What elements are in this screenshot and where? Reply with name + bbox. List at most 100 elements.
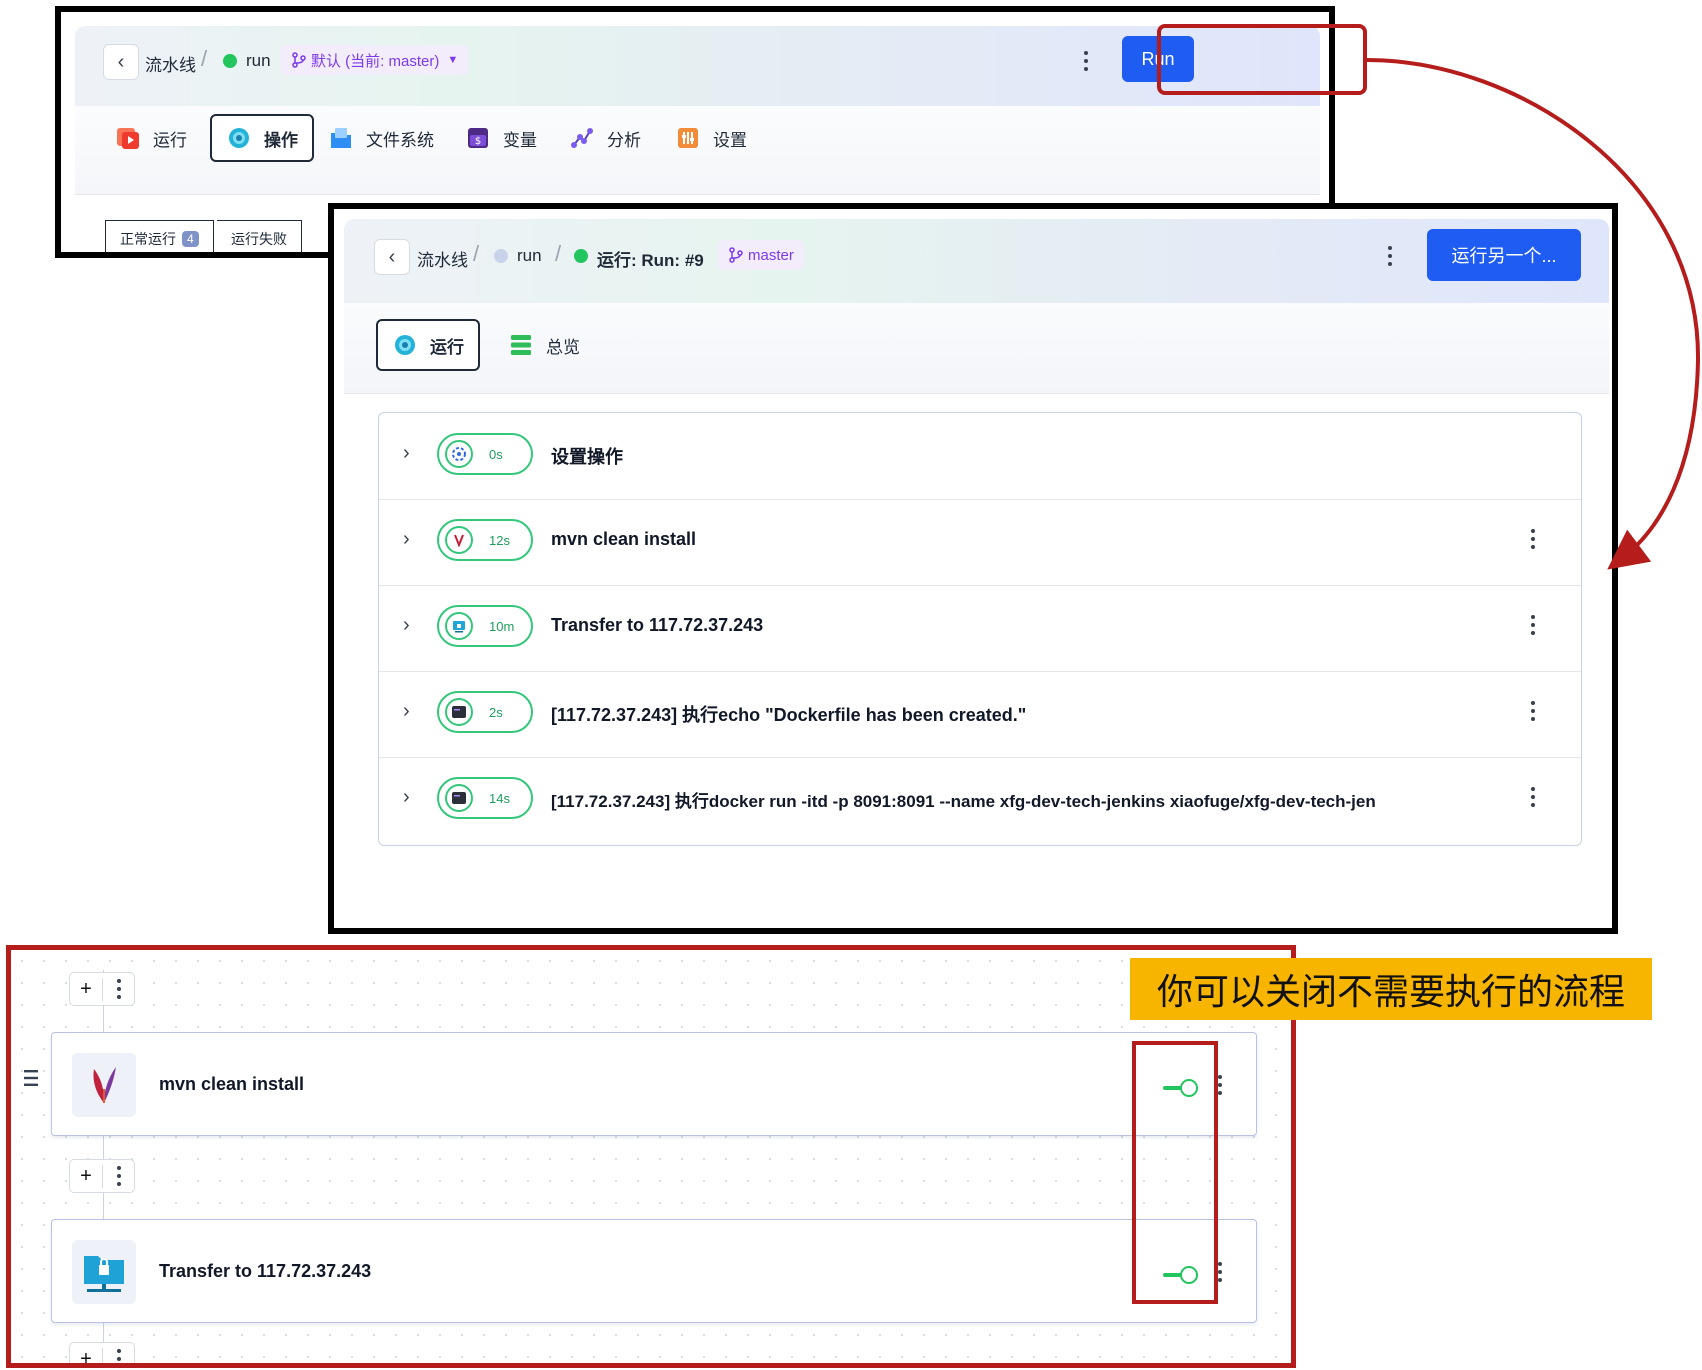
chevron-right-icon[interactable]: › xyxy=(403,700,410,723)
add-step-toolbar: + xyxy=(69,972,135,1006)
terminal-icon xyxy=(445,698,473,726)
step-row[interactable]: › 0s 设置操作 xyxy=(379,413,1581,500)
add-step-button[interactable]: + xyxy=(70,1164,103,1188)
tab-label: 运行 xyxy=(430,337,464,357)
duration-pill: 10m xyxy=(437,605,533,647)
branch-chip[interactable]: master xyxy=(718,240,804,270)
setup-icon xyxy=(445,440,473,468)
filesystem-icon xyxy=(328,125,354,151)
tab-label: 分析 xyxy=(607,130,641,150)
breadcrumb-separator: / xyxy=(555,241,562,266)
more-options-icon[interactable] xyxy=(1082,51,1090,71)
tab-filesystem[interactable]: 文件系统 xyxy=(314,114,448,162)
pipeline-node[interactable]: mvn clean install xyxy=(51,1032,1257,1136)
sftp-icon xyxy=(445,612,473,640)
tab-operations[interactable]: 操作 xyxy=(210,114,314,162)
step-menu-icon[interactable] xyxy=(1529,529,1537,549)
add-step-button[interactable]: + xyxy=(70,1347,103,1363)
add-step-toolbar: + xyxy=(69,1159,135,1193)
step-list: › 0s 设置操作 › 12s mvn clean install › 10m … xyxy=(378,412,1582,846)
caret-down-icon: ▼ xyxy=(447,54,459,66)
run-icon xyxy=(392,332,418,358)
duration-text: 12s xyxy=(489,532,510,548)
breadcrumb-pipeline[interactable]: 流水线 xyxy=(145,51,196,76)
run-another-button[interactable]: 运行另一个... xyxy=(1427,229,1581,281)
tab-variables[interactable]: $ 变量 xyxy=(451,114,551,162)
chevron-right-icon[interactable]: › xyxy=(403,614,410,637)
chevron-left-icon: ‹ xyxy=(117,50,125,73)
git-branch-icon xyxy=(729,247,743,263)
tab-analytics[interactable]: 分析 xyxy=(555,114,655,162)
step-menu-icon[interactable] xyxy=(1529,615,1537,635)
tab-label: 设置 xyxy=(713,130,747,150)
highlight-toggles xyxy=(1132,1041,1218,1304)
chevron-right-icon[interactable]: › xyxy=(403,528,410,551)
step-row[interactable]: › 2s [117.72.37.243] 执行echo "Dockerfile … xyxy=(379,671,1581,758)
toolbar-menu-icon[interactable] xyxy=(115,1349,123,1363)
step-row[interactable]: › 14s [117.72.37.243] 执行docker run -itd … xyxy=(379,757,1581,843)
pipeline-node[interactable]: Transfer to 117.72.37.243 xyxy=(51,1219,1257,1323)
chevron-left-icon: ‹ xyxy=(388,245,396,268)
toolbar-menu-icon[interactable] xyxy=(115,1166,123,1186)
status-dot-icon xyxy=(574,249,588,263)
duration-pill: 12s xyxy=(437,519,533,561)
run-detail-panel: ‹ 流水线 / run / 运行: Run: #9 master 运行另一个..… xyxy=(328,203,1618,934)
toolbar-menu-icon[interactable] xyxy=(115,979,123,999)
breadcrumb-current[interactable]: run xyxy=(246,51,271,71)
step-title: Transfer to 117.72.37.243 xyxy=(551,615,764,635)
step-menu-icon[interactable] xyxy=(1529,701,1537,721)
chevron-right-icon[interactable]: › xyxy=(403,442,410,465)
tab-label: 运行 xyxy=(153,130,187,150)
count-badge: 4 xyxy=(182,231,199,247)
breadcrumb-separator: / xyxy=(473,241,480,266)
sftp-folder-icon xyxy=(72,1240,136,1304)
back-button[interactable]: ‹ xyxy=(103,44,139,80)
duration-pill: 14s xyxy=(437,777,533,819)
tab-label: 操作 xyxy=(264,130,298,150)
branch-label: 默认 (当前: master) xyxy=(311,52,440,70)
step-title: [117.72.37.243] 执行docker run -itd -p 809… xyxy=(551,792,1376,811)
node-title: mvn clean install xyxy=(159,1074,305,1094)
branch-selector[interactable]: 默认 (当前: master) ▼ xyxy=(281,45,469,75)
node-title: Transfer to 117.72.37.243 xyxy=(159,1261,372,1281)
highlight-run-button xyxy=(1157,24,1367,95)
breadcrumb-current: 运行: Run: #9 xyxy=(597,251,704,270)
terminal-icon xyxy=(445,784,473,812)
tab-settings[interactable]: 设置 xyxy=(661,114,761,162)
subtab-normal-runs[interactable]: 正常运行 4 xyxy=(105,220,214,252)
branch-label: master xyxy=(748,246,794,264)
run-icon xyxy=(115,125,141,151)
back-button[interactable]: ‹ xyxy=(374,239,410,275)
status-dot-icon xyxy=(494,249,508,263)
chevron-right-icon[interactable]: › xyxy=(403,786,410,809)
add-step-button[interactable]: + xyxy=(70,977,103,1001)
step-title: [117.72.37.243] 执行echo "Dockerfile has b… xyxy=(551,705,1027,725)
step-row[interactable]: › 12s mvn clean install xyxy=(379,499,1581,586)
settings-icon xyxy=(675,125,701,151)
breadcrumb-separator: / xyxy=(201,46,208,71)
more-options-icon[interactable] xyxy=(1386,246,1394,266)
drag-handle-icon[interactable] xyxy=(24,1069,38,1092)
variables-icon: $ xyxy=(465,125,491,151)
step-row[interactable]: › 10m Transfer to 117.72.37.243 xyxy=(379,585,1581,672)
subtab-label: 运行失败 xyxy=(231,231,287,247)
breadcrumb-pipeline[interactable]: 流水线 xyxy=(417,246,468,271)
pipeline-editor-panel: + mvn clean install + Transfer to 117.72… xyxy=(6,945,1296,1368)
duration-text: 0s xyxy=(489,446,503,462)
analytics-icon xyxy=(569,125,595,151)
git-branch-icon xyxy=(292,52,306,68)
subtab-failed-runs[interactable]: 运行失败 xyxy=(217,220,302,252)
duration-text: 14s xyxy=(489,790,510,806)
operations-icon xyxy=(226,125,252,151)
add-step-toolbar: + xyxy=(69,1342,135,1363)
step-title: 设置操作 xyxy=(551,447,623,467)
breadcrumb-run[interactable]: run xyxy=(517,246,542,266)
tab-overview[interactable]: 总览 xyxy=(494,321,594,369)
maven-feather-icon xyxy=(72,1053,136,1117)
step-menu-icon[interactable] xyxy=(1529,787,1537,807)
duration-text: 10m xyxy=(489,618,515,634)
tab-run[interactable]: 运行 xyxy=(376,319,480,371)
duration-pill: 0s xyxy=(437,433,533,475)
tab-run[interactable]: 运行 xyxy=(101,114,201,162)
overview-icon xyxy=(508,332,534,358)
